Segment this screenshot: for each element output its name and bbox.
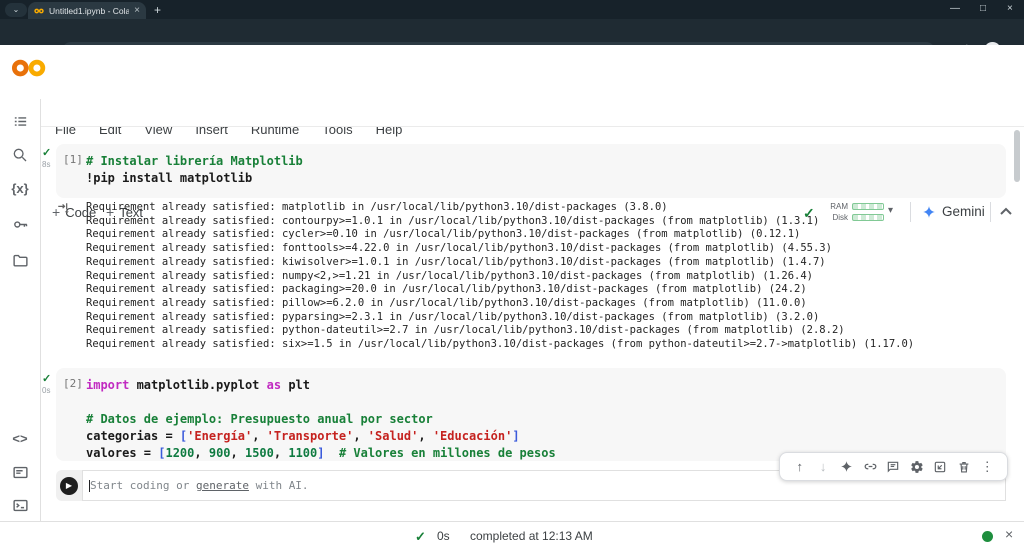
tab-search-button[interactable]: ⌄ — [5, 3, 27, 17]
code-cell-2[interactable]: [2] import matplotlib.pyplot as plt # Da… — [56, 368, 1006, 461]
tab-close-icon[interactable]: × — [134, 5, 140, 16]
secrets-key-icon[interactable] — [10, 214, 30, 234]
code-snippets-icon[interactable]: <> — [10, 428, 30, 448]
gemini-label: Gemini — [942, 204, 985, 219]
execution-count[interactable]: [1] — [63, 153, 83, 166]
table-of-contents-icon[interactable] — [10, 111, 30, 131]
files-folder-icon[interactable] — [10, 250, 30, 270]
left-sidebar: {x} <> — [0, 99, 41, 521]
cell-settings-gear-icon[interactable] — [909, 459, 925, 475]
code-cell-1[interactable]: [1] # Instalar librería Matplotlib!pip i… — [56, 144, 1006, 198]
cell-2-code[interactable]: import matplotlib.pyplot as plt # Datos … — [86, 377, 556, 462]
comment-icon[interactable] — [885, 459, 901, 475]
cell-toolbar: ↑ ↓ ⋮ — [779, 452, 1008, 481]
window-minimize-button[interactable]: — — [950, 3, 960, 14]
cell-1-output: Requirement already satisfied: matplotli… — [86, 201, 914, 352]
more-actions-icon[interactable]: ⋮ — [979, 459, 995, 475]
search-icon[interactable] — [10, 145, 30, 165]
editor-placeholder: Start coding or generate with AI. — [90, 479, 309, 492]
window-maximize-button[interactable]: □ — [980, 3, 986, 14]
connection-status-dot — [982, 531, 993, 542]
colab-favicon — [34, 7, 44, 15]
move-cell-up-icon[interactable]: ↑ — [792, 459, 808, 475]
copy-link-icon[interactable] — [862, 459, 878, 475]
cell-duration: 8s — [42, 160, 50, 169]
tab-title: Untitled1.ipynb - Colab — [49, 6, 129, 16]
colab-logo[interactable] — [10, 56, 48, 80]
notebook-toolbar: + Code + Text ✓ RAM Disk ▾ Gemini — [0, 99, 1024, 127]
status-message: completed at 12:13 AM — [470, 529, 593, 543]
gemini-spark-icon[interactable] — [839, 459, 855, 475]
browser-navbar: ← → ↻ colab.research.google.com/drive/1J… — [0, 19, 1024, 45]
cell-duration: 0s — [42, 386, 50, 395]
run-cell-button[interactable]: ▶ — [56, 470, 82, 501]
divider — [990, 202, 991, 222]
play-icon: ▶ — [60, 477, 78, 495]
cell-success-check-icon: ✓ — [42, 146, 51, 159]
statusbar-close-icon[interactable]: × — [1005, 526, 1013, 542]
gemini-spark-icon — [922, 205, 936, 219]
browser-tabstrip: ⌄ Untitled1.ipynb - Colab × + — □ × — [0, 0, 1024, 19]
execution-count[interactable]: [2] — [63, 377, 83, 390]
window-close-button[interactable]: × — [1007, 3, 1013, 14]
terminal-icon[interactable] — [10, 495, 30, 515]
generate-with-ai-link[interactable]: generate — [196, 479, 249, 492]
statusbar: ✓ 0s completed at 12:13 AM × — [0, 521, 1024, 550]
cell-success-check-icon: ✓ — [42, 372, 51, 385]
move-cell-down-icon[interactable]: ↓ — [815, 459, 831, 475]
mirror-cell-icon[interactable] — [932, 459, 948, 475]
browser-tab[interactable]: Untitled1.ipynb - Colab × — [28, 2, 146, 19]
colab-header: Untitled1.ipynb ☆ File Edit View Insert … — [0, 45, 1024, 99]
scrollbar-thumb[interactable] — [1014, 130, 1020, 182]
command-palette-icon[interactable] — [10, 462, 30, 482]
collapse-toolbar-icon[interactable] — [1000, 207, 1012, 215]
gemini-button[interactable]: Gemini — [922, 204, 985, 219]
variables-icon[interactable]: {x} — [10, 178, 30, 198]
status-duration: 0s — [437, 529, 450, 543]
colab-window: ⌄ Untitled1.ipynb - Colab × + — □ × ← → … — [0, 0, 1024, 550]
cell-1-code[interactable]: # Instalar librería Matplotlib!pip insta… — [86, 153, 303, 187]
delete-cell-trash-icon[interactable] — [956, 459, 972, 475]
output-actions-icon[interactable] — [57, 201, 72, 216]
new-tab-button[interactable]: + — [154, 3, 161, 17]
status-check-icon: ✓ — [415, 529, 426, 545]
